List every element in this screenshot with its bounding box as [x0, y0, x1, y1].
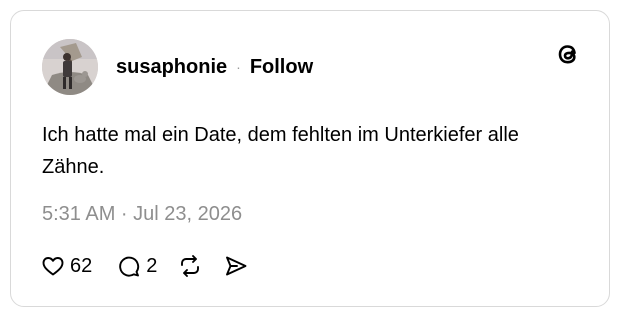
- reply-count: 2: [146, 254, 158, 277]
- post-text: Ich hatte mal ein Date, dem fehlten im U…: [42, 124, 519, 178]
- post-timestamp[interactable]: 5:31 AM · Jul 23, 2026: [42, 203, 242, 226]
- reply-button[interactable]: 2: [116, 253, 157, 279]
- share-button[interactable]: [223, 253, 249, 279]
- comment-icon: [119, 256, 140, 277]
- post-card: susaphonie · Follow Ich hatte mal ein Da…: [10, 10, 610, 307]
- follow-button[interactable]: Follow: [250, 56, 313, 79]
- like-count: 62: [70, 254, 93, 277]
- heart-icon: [42, 257, 64, 276]
- send-icon: [226, 256, 247, 276]
- threads-logo-icon[interactable]: [553, 39, 583, 69]
- separator-dot: ·: [236, 59, 241, 75]
- post-header: susaphonie · Follow: [42, 36, 313, 98]
- repost-icon: [181, 255, 200, 277]
- repost-button[interactable]: [177, 253, 203, 279]
- avatar[interactable]: [42, 39, 98, 95]
- avatar-photo: [42, 39, 98, 95]
- like-button[interactable]: 62: [40, 253, 92, 279]
- username[interactable]: susaphonie: [116, 56, 227, 79]
- action-bar: 62 2: [40, 251, 249, 281]
